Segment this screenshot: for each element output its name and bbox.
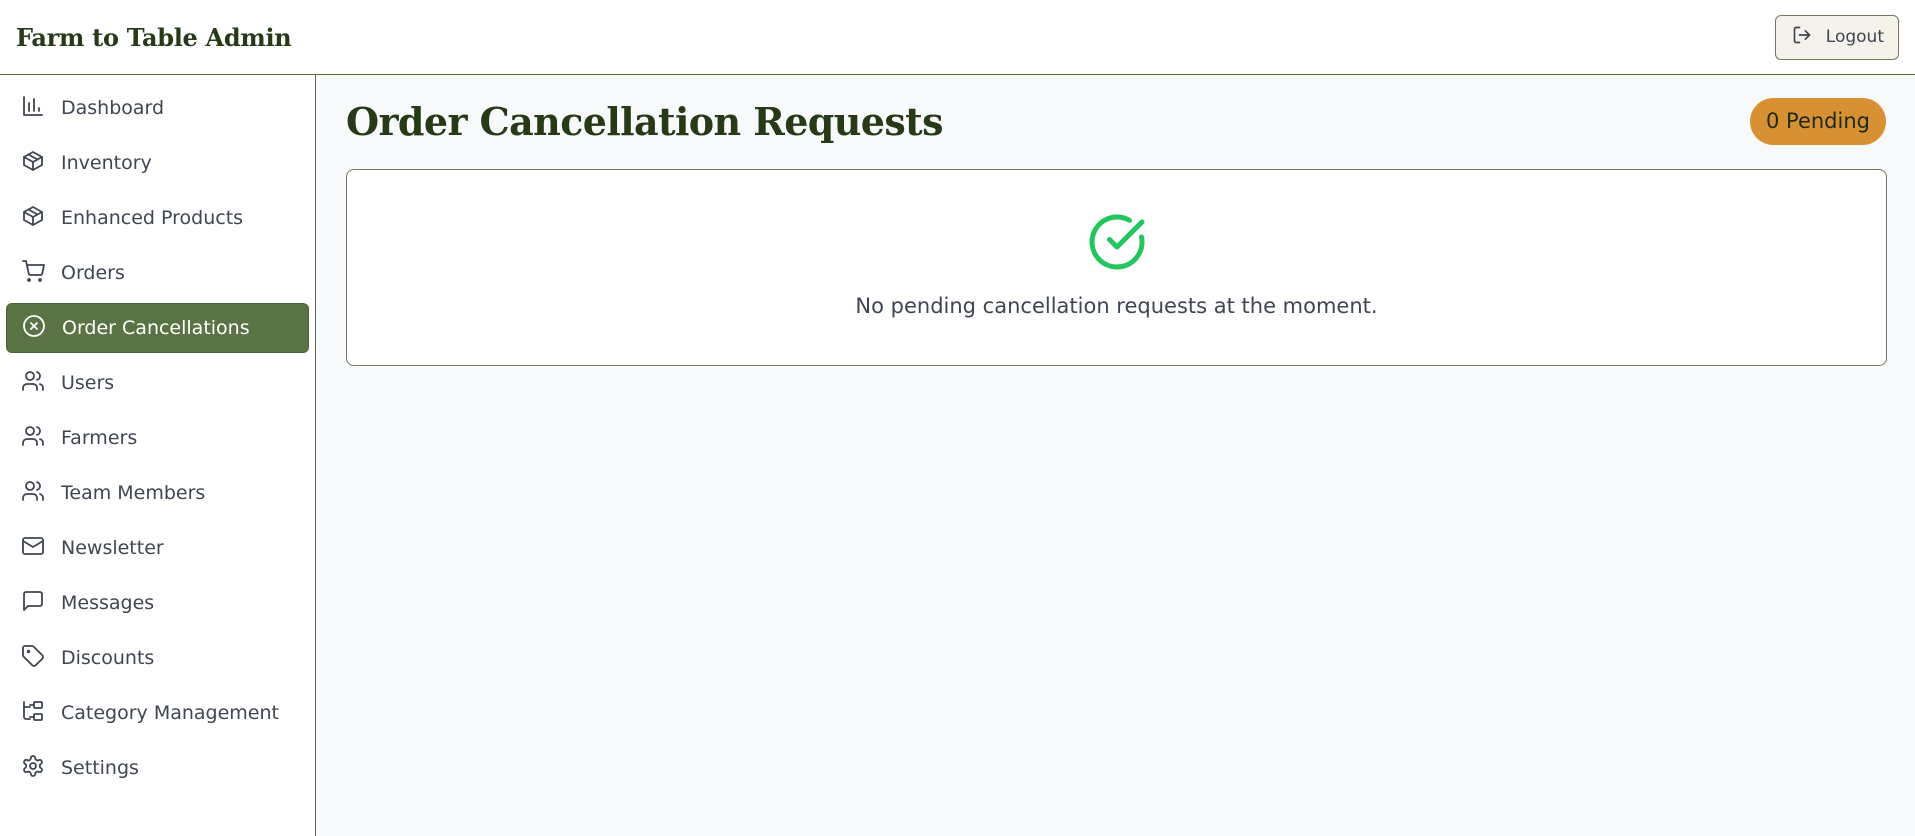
folder-tree-icon [21, 699, 45, 728]
check-circle-icon [1087, 212, 1147, 276]
users-icon [21, 479, 45, 508]
sidebar-item-settings[interactable]: Settings [6, 743, 309, 793]
mail-icon [21, 534, 45, 563]
settings-icon [21, 754, 45, 783]
message-square-icon [21, 589, 45, 618]
top-header: Farm to Table Admin Logout [0, 0, 1915, 75]
sidebar-item-label: Dashboard [61, 97, 165, 119]
package-icon [21, 149, 45, 178]
brand-title: Farm to Table Admin [16, 22, 292, 52]
x-circle-icon [22, 314, 46, 343]
sidebar-item-enhanced-products[interactable]: Enhanced Products [6, 193, 309, 243]
title-row: Order Cancellation Requests 0 Pending [346, 97, 1886, 145]
page-title: Order Cancellation Requests [346, 98, 943, 144]
logout-button[interactable]: Logout [1774, 14, 1899, 60]
sidebar-item-label: Messages [61, 592, 155, 614]
tag-icon [21, 644, 45, 673]
sidebar-item-label: Settings [61, 757, 139, 779]
logout-label: Logout [1825, 27, 1884, 47]
main-content: Order Cancellation Requests 0 Pending No… [317, 75, 1915, 836]
package-icon [21, 204, 45, 233]
sidebar-item-label: Category Management [61, 702, 279, 724]
sidebar-item-label: Farmers [61, 427, 138, 449]
empty-state-message: No pending cancellation requests at the … [855, 294, 1378, 318]
sidebar-item-label: Team Members [61, 482, 206, 504]
cart-icon [21, 259, 45, 288]
sidebar-item-order-cancellations[interactable]: Order Cancellations [6, 303, 309, 353]
sidebar-item-dashboard[interactable]: Dashboard [6, 83, 309, 133]
users-icon [21, 369, 45, 398]
sidebar-item-label: Enhanced Products [61, 207, 244, 229]
sidebar-item-discounts[interactable]: Discounts [6, 633, 309, 683]
sidebar-item-label: Newsletter [61, 537, 164, 559]
logout-icon [1792, 25, 1812, 50]
pending-count-badge: 0 Pending [1750, 97, 1886, 145]
bar-chart-icon [21, 94, 45, 123]
sidebar-item-category-management[interactable]: Category Management [6, 688, 309, 738]
sidebar-item-label: Order Cancellations [62, 317, 250, 339]
sidebar-item-orders[interactable]: Orders [6, 248, 309, 298]
sidebar-item-team-members[interactable]: Team Members [6, 468, 309, 518]
sidebar-item-farmers[interactable]: Farmers [6, 413, 309, 463]
sidebar-item-users[interactable]: Users [6, 358, 309, 408]
users-icon [21, 424, 45, 453]
empty-state-card: No pending cancellation requests at the … [346, 169, 1887, 366]
sidebar-item-newsletter[interactable]: Newsletter [6, 523, 309, 573]
sidebar-item-messages[interactable]: Messages [6, 578, 309, 628]
sidebar: Dashboard Inventory Enhanced Products Or… [0, 75, 316, 836]
sidebar-item-label: Inventory [61, 152, 152, 174]
sidebar-item-inventory[interactable]: Inventory [6, 138, 309, 188]
sidebar-item-label: Users [61, 372, 115, 394]
sidebar-item-label: Orders [61, 262, 125, 284]
sidebar-item-label: Discounts [61, 647, 155, 669]
